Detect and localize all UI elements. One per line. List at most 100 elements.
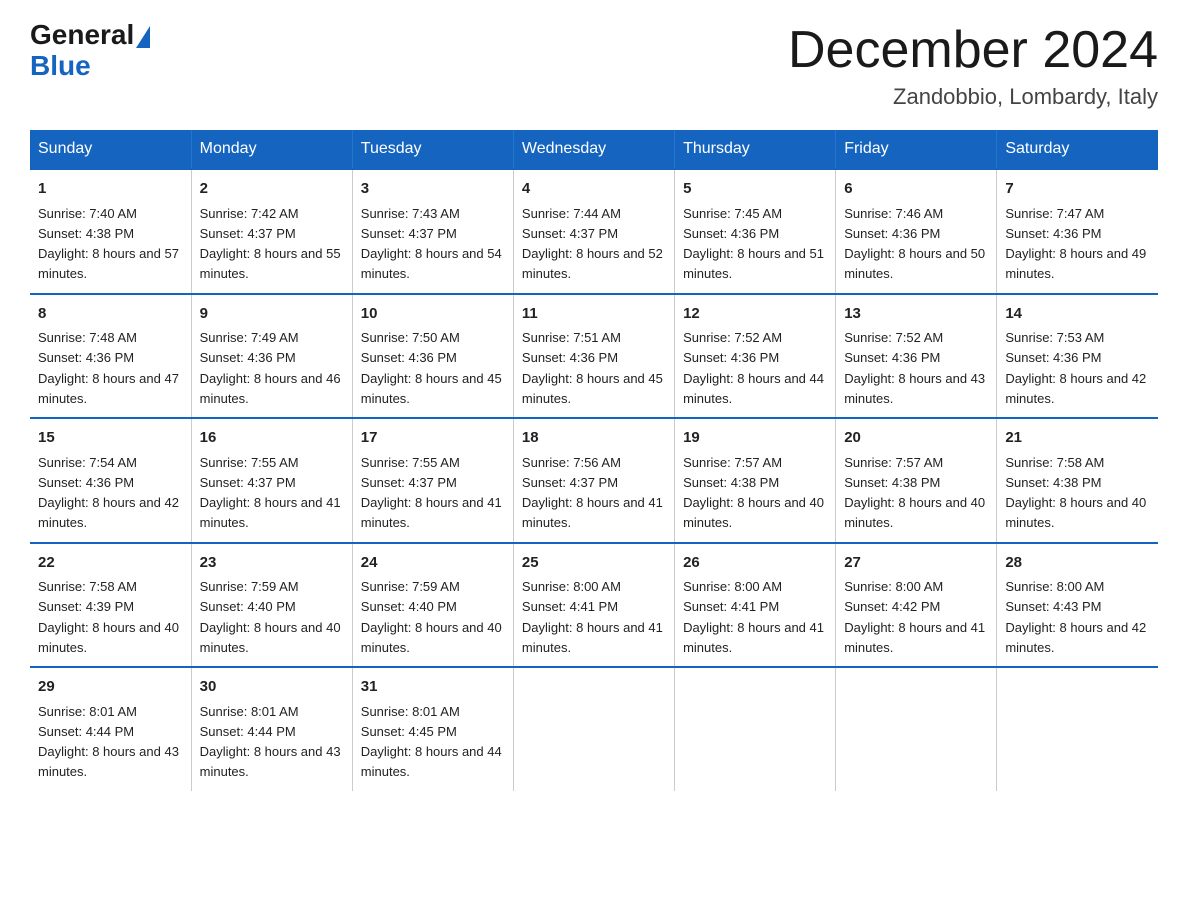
logo-general-text: General — [30, 20, 134, 51]
day-info: Sunrise: 7:59 AMSunset: 4:40 PMDaylight:… — [200, 579, 341, 655]
day-number: 8 — [38, 303, 183, 326]
calendar-cell: 30 Sunrise: 8:01 AMSunset: 4:44 PMDayligh… — [191, 667, 352, 791]
calendar-cell — [675, 667, 836, 791]
day-number: 5 — [683, 178, 827, 201]
day-number: 27 — [844, 552, 988, 575]
calendar-cell: 22 Sunrise: 7:58 AMSunset: 4:39 PMDayligh… — [30, 543, 191, 668]
day-number: 19 — [683, 427, 827, 450]
day-info: Sunrise: 8:00 AMSunset: 4:42 PMDaylight:… — [844, 579, 985, 655]
day-number: 29 — [38, 676, 183, 699]
day-info: Sunrise: 8:00 AMSunset: 4:41 PMDaylight:… — [522, 579, 663, 655]
day-number: 9 — [200, 303, 344, 326]
calendar-week-row: 29 Sunrise: 8:01 AMSunset: 4:44 PMDayligh… — [30, 667, 1158, 791]
day-info: Sunrise: 8:01 AMSunset: 4:45 PMDaylight:… — [361, 704, 502, 780]
day-info: Sunrise: 8:00 AMSunset: 4:41 PMDaylight:… — [683, 579, 824, 655]
calendar-cell: 18Sunrise: 7:56 AMSunset: 4:37 PMDayligh… — [513, 418, 674, 543]
day-info: Sunrise: 7:44 AMSunset: 4:37 PMDaylight:… — [522, 206, 663, 282]
day-number: 22 — [38, 552, 183, 575]
calendar-cell: 29 Sunrise: 8:01 AMSunset: 4:44 PMDayligh… — [30, 667, 191, 791]
day-info: Sunrise: 7:57 AMSunset: 4:38 PMDaylight:… — [844, 455, 985, 531]
day-info: Sunrise: 7:46 AMSunset: 4:36 PMDaylight:… — [844, 206, 985, 282]
calendar-cell: 7Sunrise: 7:47 AMSunset: 4:36 PMDaylight… — [997, 169, 1158, 294]
day-info: Sunrise: 7:58 AMSunset: 4:39 PMDaylight:… — [38, 579, 179, 655]
day-info: Sunrise: 7:52 AMSunset: 4:36 PMDaylight:… — [683, 330, 824, 406]
day-info: Sunrise: 7:59 AMSunset: 4:40 PMDaylight:… — [361, 579, 502, 655]
day-number: 26 — [683, 552, 827, 575]
calendar-cell: 11 Sunrise: 7:51 AMSunset: 4:36 PMDayligh… — [513, 294, 674, 419]
day-number: 21 — [1005, 427, 1150, 450]
calendar-cell: 6 Sunrise: 7:46 AMSunset: 4:36 PMDaylight… — [836, 169, 997, 294]
title-section: December 2024 Zandobbio, Lombardy, Italy — [788, 20, 1158, 110]
calendar-cell: 12 Sunrise: 7:52 AMSunset: 4:36 PMDayligh… — [675, 294, 836, 419]
calendar-cell — [836, 667, 997, 791]
calendar-header-tuesday: Tuesday — [352, 130, 513, 169]
day-info: Sunrise: 8:01 AMSunset: 4:44 PMDaylight:… — [38, 704, 179, 780]
day-info: Sunrise: 7:54 AMSunset: 4:36 PMDaylight:… — [38, 455, 179, 531]
day-number: 31 — [361, 676, 505, 699]
logo-triangle-icon — [136, 26, 150, 48]
day-info: Sunrise: 7:45 AMSunset: 4:36 PMDaylight:… — [683, 206, 824, 282]
calendar-cell: 5 Sunrise: 7:45 AMSunset: 4:36 PMDaylight… — [675, 169, 836, 294]
day-info: Sunrise: 7:52 AMSunset: 4:36 PMDaylight:… — [844, 330, 985, 406]
calendar-header-row: SundayMondayTuesdayWednesdayThursdayFrid… — [30, 130, 1158, 169]
calendar-cell: 21Sunrise: 7:58 AMSunset: 4:38 PMDayligh… — [997, 418, 1158, 543]
day-number: 15 — [38, 427, 183, 450]
day-number: 17 — [361, 427, 505, 450]
day-info: Sunrise: 8:00 AMSunset: 4:43 PMDaylight:… — [1005, 579, 1146, 655]
logo-blue-text: Blue — [30, 50, 91, 81]
location-title: Zandobbio, Lombardy, Italy — [788, 84, 1158, 110]
logo: General Blue — [30, 20, 150, 82]
calendar-cell: 4 Sunrise: 7:44 AMSunset: 4:37 PMDaylight… — [513, 169, 674, 294]
day-info: Sunrise: 7:48 AMSunset: 4:36 PMDaylight:… — [38, 330, 179, 406]
day-number: 30 — [200, 676, 344, 699]
day-info: Sunrise: 7:42 AMSunset: 4:37 PMDaylight:… — [200, 206, 341, 282]
calendar-cell: 31 Sunrise: 8:01 AMSunset: 4:45 PMDayligh… — [352, 667, 513, 791]
calendar-cell: 25 Sunrise: 8:00 AMSunset: 4:41 PMDayligh… — [513, 543, 674, 668]
month-title: December 2024 — [788, 20, 1158, 80]
day-number: 11 — [522, 303, 666, 326]
day-info: Sunrise: 7:40 AMSunset: 4:38 PMDaylight:… — [38, 206, 179, 282]
day-number: 10 — [361, 303, 505, 326]
day-info: Sunrise: 7:51 AMSunset: 4:36 PMDaylight:… — [522, 330, 663, 406]
day-number: 14 — [1005, 303, 1150, 326]
day-number: 4 — [522, 178, 666, 201]
calendar-cell: 16 Sunrise: 7:55 AMSunset: 4:37 PMDayligh… — [191, 418, 352, 543]
page-header: General Blue December 2024 Zandobbio, Lo… — [30, 20, 1158, 110]
calendar-cell: 28 Sunrise: 8:00 AMSunset: 4:43 PMDayligh… — [997, 543, 1158, 668]
calendar-week-row: 22 Sunrise: 7:58 AMSunset: 4:39 PMDayligh… — [30, 543, 1158, 668]
calendar-cell: 19Sunrise: 7:57 AMSunset: 4:38 PMDayligh… — [675, 418, 836, 543]
day-number: 25 — [522, 552, 666, 575]
calendar-cell: 1 Sunrise: 7:40 AMSunset: 4:38 PMDaylight… — [30, 169, 191, 294]
calendar-cell: 9 Sunrise: 7:49 AMSunset: 4:36 PMDaylight… — [191, 294, 352, 419]
day-number: 16 — [200, 427, 344, 450]
calendar-cell: 2 Sunrise: 7:42 AMSunset: 4:37 PMDaylight… — [191, 169, 352, 294]
calendar-cell: 17Sunrise: 7:55 AMSunset: 4:37 PMDayligh… — [352, 418, 513, 543]
calendar-cell: 27 Sunrise: 8:00 AMSunset: 4:42 PMDayligh… — [836, 543, 997, 668]
day-number: 23 — [200, 552, 344, 575]
day-info: Sunrise: 7:47 AMSunset: 4:36 PMDaylight:… — [1005, 206, 1146, 282]
calendar-cell: 8 Sunrise: 7:48 AMSunset: 4:36 PMDaylight… — [30, 294, 191, 419]
day-info: Sunrise: 7:49 AMSunset: 4:36 PMDaylight:… — [200, 330, 341, 406]
calendar-cell: 14Sunrise: 7:53 AMSunset: 4:36 PMDayligh… — [997, 294, 1158, 419]
calendar-header-thursday: Thursday — [675, 130, 836, 169]
day-number: 12 — [683, 303, 827, 326]
calendar-week-row: 15 Sunrise: 7:54 AMSunset: 4:36 PMDayligh… — [30, 418, 1158, 543]
day-number: 1 — [38, 178, 183, 201]
calendar-cell: 26 Sunrise: 8:00 AMSunset: 4:41 PMDayligh… — [675, 543, 836, 668]
calendar-header-saturday: Saturday — [997, 130, 1158, 169]
day-number: 2 — [200, 178, 344, 201]
calendar-cell: 15 Sunrise: 7:54 AMSunset: 4:36 PMDayligh… — [30, 418, 191, 543]
day-info: Sunrise: 8:01 AMSunset: 4:44 PMDaylight:… — [200, 704, 341, 780]
day-info: Sunrise: 7:55 AMSunset: 4:37 PMDaylight:… — [200, 455, 341, 531]
day-number: 6 — [844, 178, 988, 201]
day-number: 24 — [361, 552, 505, 575]
day-number: 20 — [844, 427, 988, 450]
day-number: 28 — [1005, 552, 1150, 575]
calendar-cell: 3Sunrise: 7:43 AMSunset: 4:37 PMDaylight… — [352, 169, 513, 294]
calendar-cell: 23 Sunrise: 7:59 AMSunset: 4:40 PMDayligh… — [191, 543, 352, 668]
calendar-cell — [513, 667, 674, 791]
calendar-week-row: 1 Sunrise: 7:40 AMSunset: 4:38 PMDaylight… — [30, 169, 1158, 294]
day-number: 18 — [522, 427, 666, 450]
day-info: Sunrise: 7:43 AMSunset: 4:37 PMDaylight:… — [361, 206, 502, 282]
calendar-week-row: 8 Sunrise: 7:48 AMSunset: 4:36 PMDaylight… — [30, 294, 1158, 419]
